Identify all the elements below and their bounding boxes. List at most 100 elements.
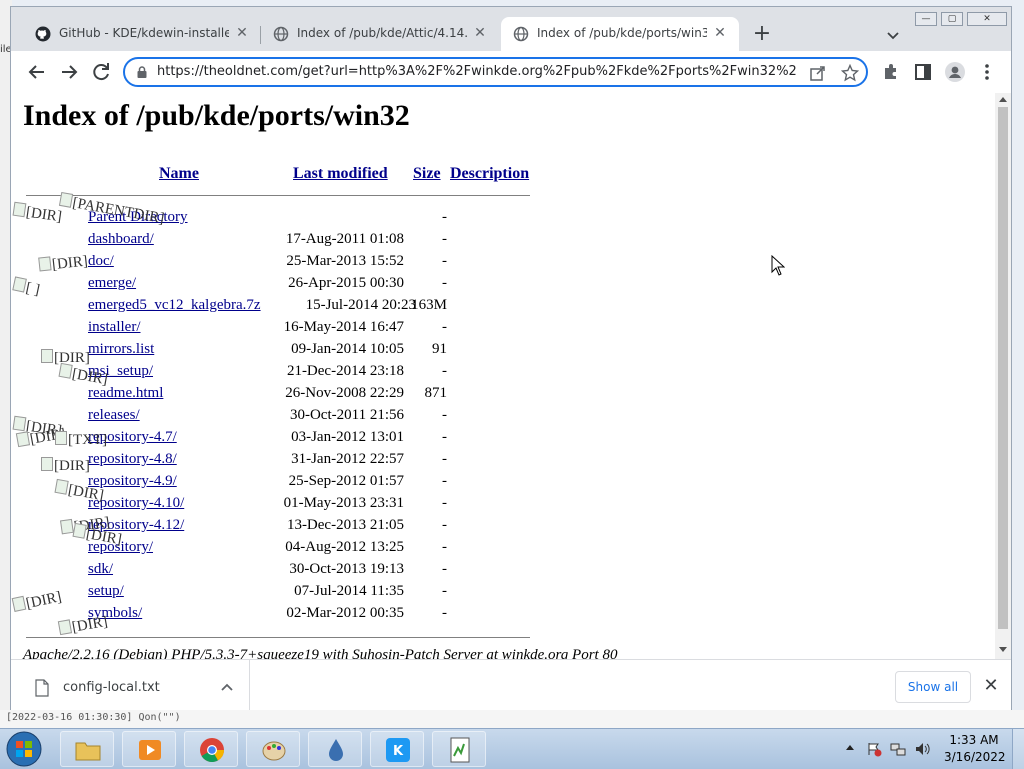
bookmark-star-icon[interactable] <box>841 64 859 82</box>
lock-icon[interactable] <box>135 65 149 79</box>
browser-window: GitHub - KDE/kdewin-installer at ✕ Index… <box>10 6 1012 720</box>
file-size: - <box>442 319 447 335</box>
file-link[interactable]: setup/ <box>88 583 124 600</box>
minimize-button[interactable]: — <box>915 12 937 26</box>
background-console-line: [2022-03-16 01:30:30] Qon("") <box>0 710 1024 730</box>
file-size: 163M <box>411 297 447 313</box>
kde-gear-icon: K <box>386 738 410 762</box>
broken-image-alt: [TXT] <box>55 431 107 449</box>
column-header-size[interactable]: Size <box>413 165 441 183</box>
modified-date: 04-Aug-2012 13:25 <box>285 539 404 555</box>
taskbar-paint[interactable] <box>246 731 300 767</box>
taskbar-kde[interactable]: K <box>370 731 424 767</box>
new-tab-button[interactable]: + <box>751 23 773 46</box>
file-size: - <box>442 253 447 269</box>
profile-avatar-icon[interactable] <box>945 62 965 82</box>
file-size: - <box>442 495 447 511</box>
modified-date: 17-Aug-2011 01:08 <box>285 231 404 247</box>
menu-kebab-icon[interactable] <box>977 62 997 82</box>
close-window-button[interactable]: ✕ <box>967 12 1007 26</box>
table-row: repository-4.7/03-Jan-2012 13:01- <box>11 429 995 451</box>
side-panel-icon[interactable] <box>913 62 933 82</box>
file-size: - <box>442 517 447 533</box>
maximize-button[interactable]: ▢ <box>941 12 963 26</box>
taskbar-qt-creator[interactable] <box>432 731 486 767</box>
file-link[interactable]: sdk/ <box>88 561 113 578</box>
column-header-name[interactable]: Name <box>159 165 199 183</box>
table-row: repository-4.9/25-Sep-2012 01:57- <box>11 473 995 495</box>
table-row: doc/25-Mar-2013 15:52 - <box>11 253 995 275</box>
tab-search-chevron-icon[interactable] <box>883 25 903 45</box>
url-text[interactable]: https://theoldnet.com/get?url=http%3A%2F… <box>157 64 797 79</box>
file-size: - <box>442 605 447 621</box>
paint-palette-icon <box>262 741 286 761</box>
table-row: mirrors.list 09-Jan-2014 10:05 91 <box>11 341 995 363</box>
file-size: 871 <box>424 385 448 401</box>
file-link[interactable]: doc/ <box>88 253 114 270</box>
scroll-down-arrow-icon[interactable] <box>999 647 1007 652</box>
start-button-icon[interactable] <box>4 730 44 768</box>
back-icon[interactable] <box>25 60 49 84</box>
file-size: - <box>442 363 447 379</box>
address-bar[interactable]: https://theoldnet.com/get?url=http%3A%2F… <box>123 57 868 87</box>
clock-date[interactable]: 3/16/2022 <box>944 750 1006 764</box>
download-filename: config-local.txt <box>63 680 160 695</box>
file-size: - <box>442 407 447 423</box>
media-player-icon <box>139 740 161 760</box>
table-row: sdk/30-Oct-2013 19:13 - <box>11 561 995 583</box>
file-link[interactable]: dashboard/ <box>88 231 154 248</box>
modified-date: 25-Sep-2012 01:57 <box>288 473 404 489</box>
mouse-cursor-icon <box>771 255 785 276</box>
chevron-up-icon[interactable] <box>219 680 235 696</box>
chrome-icon <box>200 738 224 763</box>
close-tab-icon[interactable]: ✕ <box>471 24 489 42</box>
column-header-last-modified[interactable]: Last modified <box>293 165 388 183</box>
scroll-up-arrow-icon[interactable] <box>999 97 1007 102</box>
forward-icon[interactable] <box>57 60 81 84</box>
vertical-scrollbar[interactable] <box>995 93 1011 659</box>
water-drop-icon <box>329 739 343 761</box>
taskbar-app-drop[interactable] <box>308 731 362 767</box>
file-icon <box>35 679 49 697</box>
close-tab-icon[interactable]: ✕ <box>233 24 251 42</box>
tab-win32-active[interactable]: Index of /pub/kde/ports/win32 ✕ <box>501 17 739 51</box>
modified-date: 21-Dec-2014 23:18 <box>286 363 404 379</box>
tab-attic[interactable]: Index of /pub/kde/Attic/4.14.3/src ✕ <box>261 17 499 51</box>
file-link[interactable]: releases/ <box>88 407 140 424</box>
modified-date: 13-Dec-2013 21:05 <box>286 517 404 533</box>
file-link[interactable]: emerged5_vc12_kalgebra.7z <box>88 297 261 314</box>
modified-date: 30-Oct-2011 21:56 <box>289 407 404 423</box>
column-header-description[interactable]: Description <box>450 165 529 183</box>
clock-time[interactable]: 1:33 AM <box>944 733 1004 747</box>
taskbar-explorer[interactable] <box>60 731 114 767</box>
taskbar-chrome[interactable] <box>184 731 238 767</box>
table-row: msi_setup/21-Dec-2014 23:18- <box>11 363 995 385</box>
extensions-icon[interactable] <box>881 62 901 82</box>
file-link[interactable]: installer/ <box>88 319 141 336</box>
modified-date: 26-Apr-2015 00:30 <box>288 275 404 291</box>
close-download-bar-icon[interactable]: ✕ <box>981 676 1001 696</box>
share-icon[interactable] <box>809 64 827 82</box>
tray-overflow-arrow-icon[interactable] <box>846 745 854 750</box>
network-icon[interactable] <box>890 741 906 757</box>
modified-date: 16-May-2014 16:47 <box>283 319 404 335</box>
page-content: Index of /pub/kde/ports/win32 Name Last … <box>11 93 995 659</box>
show-all-button[interactable]: Show all <box>895 671 971 703</box>
file-link[interactable]: emerge/ <box>88 275 136 292</box>
reload-icon[interactable] <box>89 60 113 84</box>
modified-date: 03-Jan-2012 13:01 <box>291 429 404 445</box>
tab-github[interactable]: GitHub - KDE/kdewin-installer at ✕ <box>23 17 261 51</box>
action-center-flag-icon[interactable] <box>866 741 882 757</box>
taskbar-media-player[interactable] <box>122 731 176 767</box>
volume-icon[interactable] <box>914 741 930 757</box>
file-size: - <box>442 231 447 247</box>
show-desktop-button[interactable] <box>1012 729 1024 769</box>
file-link[interactable]: repository-4.8/ <box>88 451 177 468</box>
folder-icon <box>75 742 101 761</box>
scrollbar-thumb[interactable] <box>998 107 1008 629</box>
table-row: repository-4.12/13-Dec-2013 21:05- <box>11 517 995 539</box>
page-title: Index of /pub/kde/ports/win32 <box>23 99 410 132</box>
table-row: repository-4.8/31-Jan-2012 22:57 - <box>11 451 995 473</box>
file-link[interactable]: mirrors.list <box>88 341 154 358</box>
close-tab-icon[interactable]: ✕ <box>711 24 729 42</box>
